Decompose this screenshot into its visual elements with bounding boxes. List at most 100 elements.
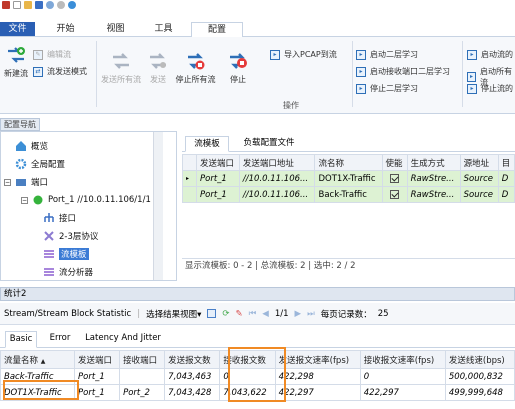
table-row[interactable]: Port_1 //10.0.11.106... Back-Traffic Raw…	[182, 186, 515, 203]
cell-tx-port: Port_1	[73, 368, 121, 385]
export-icon[interactable]	[207, 309, 217, 318]
ribbon-group-label: 操作	[283, 101, 299, 110]
per-page-input[interactable]: 25	[378, 309, 389, 319]
l2-start-rx-button[interactable]: ▸ 启动接收端口二层学习	[356, 66, 450, 77]
tab-stream-template[interactable]: 流模板	[185, 136, 229, 152]
stream-start-all-icon: ▸	[467, 72, 476, 82]
edit-stream-button[interactable]: ✎ 编辑流	[33, 49, 71, 60]
collapse-icon[interactable]: −	[4, 178, 11, 186]
cell-tx-rate: 422,298	[274, 368, 361, 385]
column-header[interactable]: 生成方式	[406, 154, 461, 171]
l2-start-button[interactable]: ▸ 启动二层学习	[356, 49, 418, 60]
stream-stop-label: 停止流的	[481, 84, 513, 93]
tree-label: 2-3层协议	[59, 232, 99, 242]
save-icon[interactable]	[35, 1, 43, 9]
row-indicator-icon: ▸	[182, 170, 197, 187]
forward-icon[interactable]	[57, 1, 65, 9]
tab-basic[interactable]: Basic	[5, 331, 37, 348]
tree-item-port-1[interactable]: − Port_1 //10.0.11.106/1/1	[21, 194, 151, 206]
column-header[interactable]: 流名称	[314, 154, 383, 171]
tab-latency-jitter[interactable]: Latency And Jitter	[83, 331, 163, 348]
last-page-icon[interactable]: ⏭	[307, 309, 315, 319]
confirm-icon[interactable]	[68, 1, 76, 9]
first-page-icon[interactable]: ⏮	[249, 309, 257, 319]
l2-stop-button[interactable]: ▸ 停止二层学习	[356, 83, 418, 94]
stream-table: 发送端口 发送端口地址 流名称 使能 生成方式 源地址 目 ▸ Port_1 /…	[182, 154, 515, 203]
tree-item-global-config[interactable]: 全局配置	[15, 158, 65, 170]
tab-config[interactable]: 配置	[191, 22, 243, 38]
stats-header: 统计2	[0, 287, 515, 301]
column-header[interactable]: 接收报文速率(fps)	[359, 350, 446, 369]
stop-label: 停止	[230, 75, 246, 84]
tree-item-overview[interactable]: 概览	[15, 140, 48, 152]
column-header[interactable]: 源地址	[459, 154, 499, 171]
stream-tab-bar: 流模板 负载配置文件	[182, 135, 515, 152]
column-header[interactable]: 发送报文速率(fps)	[274, 350, 361, 369]
cell-source: Source	[459, 186, 499, 203]
tree-item-stream-analyzer[interactable]: 流分析器	[43, 266, 93, 278]
column-header[interactable]: 目	[497, 154, 515, 171]
tab-file[interactable]: 文件	[0, 22, 35, 36]
tab-start[interactable]: 开始	[48, 22, 83, 38]
stop-all-button[interactable]: 停止所有流	[172, 51, 219, 85]
tree-item-protocols[interactable]: 2-3层协议	[43, 230, 98, 242]
table-row[interactable]: ▸ Port_1 //10.0.11.106... DOT1X-Traffic …	[182, 170, 515, 187]
prev-page-icon[interactable]: ◀	[262, 309, 269, 319]
back-icon[interactable]	[46, 1, 54, 9]
collapse-icon[interactable]: −	[21, 196, 28, 204]
enable-checkbox[interactable]	[381, 170, 408, 187]
tab-view[interactable]: 视图	[98, 22, 133, 38]
port-group-icon	[16, 179, 26, 186]
cell-tx-frames: 7,043,463	[164, 368, 221, 385]
new-file-icon[interactable]	[13, 1, 21, 9]
send-all-button[interactable]: 发送所有流	[101, 51, 141, 85]
column-header[interactable]: 发送端口地址	[238, 154, 316, 171]
l2-start-label: 启动二层学习	[370, 50, 418, 59]
stats-toolbar: Stream/Stream Block Statistic | 选择结果视图▾ …	[0, 303, 515, 325]
nav-scrollbar[interactable]	[153, 132, 163, 280]
column-header[interactable]: 发送端口	[73, 350, 121, 369]
cell-rx-rate: 0	[359, 368, 446, 385]
column-header[interactable]: 接收端口	[119, 350, 166, 369]
refresh-icon[interactable]: ⟳	[222, 309, 229, 319]
tab-load-profile[interactable]: 负载配置文件	[234, 136, 304, 152]
cell-address: //10.0.11.106...	[238, 170, 316, 187]
stream-start-button[interactable]: ▸ 启动流的	[467, 49, 513, 60]
enable-checkbox[interactable]	[381, 186, 408, 203]
column-header[interactable]: 发送报文数	[164, 350, 221, 369]
tree-label: 端口	[31, 178, 49, 188]
home-icon	[16, 141, 26, 151]
tab-tools[interactable]: 工具	[146, 22, 181, 38]
column-header-label: 流量名称	[4, 355, 39, 366]
l2-stop-label: 停止二层学习	[370, 84, 418, 93]
new-stream-button[interactable]: 新建流	[0, 45, 32, 79]
tree-item-stream-template[interactable]: 流模板	[43, 248, 89, 260]
tree-item-interface[interactable]: 接口	[43, 212, 76, 224]
protocol-icon	[44, 231, 54, 241]
clear-icon[interactable]: ✎	[236, 309, 243, 319]
column-header[interactable]: 发送线速(bps)	[444, 350, 515, 369]
send-button[interactable]: 发送	[146, 51, 170, 85]
column-header[interactable]: 流量名称 ▲	[0, 350, 75, 369]
quick-access-toolbar	[0, 0, 515, 10]
stats-title: Stream/Stream Block Statistic	[4, 308, 132, 319]
stream-template-icon	[44, 250, 54, 258]
result-view-dropdown[interactable]: 选择结果视图▾	[146, 308, 201, 320]
open-folder-icon[interactable]	[24, 1, 32, 9]
column-header[interactable]: 发送端口	[196, 154, 240, 171]
ribbon-divider	[96, 41, 97, 107]
nav-tree: 概览 全局配置 − 端口 − Port_1 //10.0.11.106/1/1 接口…	[0, 131, 177, 281]
stream-stop-button[interactable]: ▸ 停止流的	[467, 83, 513, 94]
send-mode-button[interactable]: ⇄ 流发送模式	[33, 66, 87, 77]
edit-stream-label: 编辑流	[47, 50, 71, 59]
l2-stop-icon: ▸	[356, 83, 366, 94]
import-pcap-button[interactable]: ▸ 导入PCAP到流	[270, 49, 337, 60]
column-header[interactable]: 使能	[381, 154, 408, 171]
tab-error[interactable]: Error	[42, 331, 78, 348]
stats-tab-bar: Basic Error Latency And Jitter	[0, 330, 515, 348]
tree-item-ports[interactable]: − 端口	[4, 176, 48, 188]
next-page-icon[interactable]: ▶	[295, 309, 302, 319]
stop-button[interactable]: 停止	[225, 51, 251, 85]
chevron-down-icon: ▾	[197, 309, 202, 320]
stream-analyzer-icon	[44, 268, 54, 276]
